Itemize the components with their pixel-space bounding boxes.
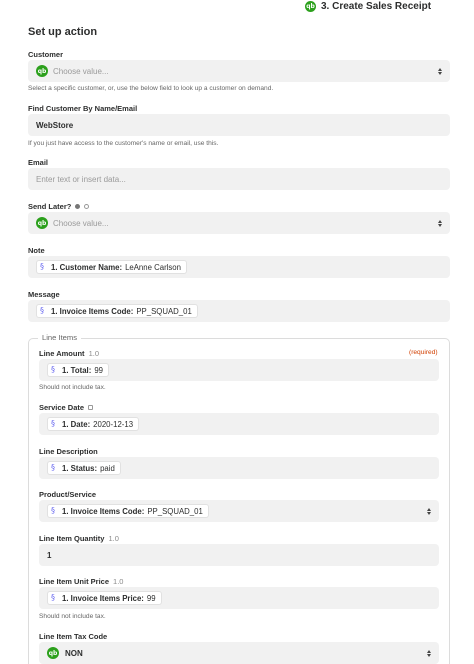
- send-later-select[interactable]: qb Choose value...: [28, 212, 450, 234]
- line-amount-label: Line Amount 1.0: [39, 349, 99, 358]
- service-date-field[interactable]: § 1. Date: 2020-12-13: [39, 413, 439, 435]
- tax-code-label: Line Item Tax Code: [39, 632, 108, 641]
- line-description-label: Line Description: [39, 447, 98, 456]
- message-label: Message: [28, 290, 60, 299]
- link-icon: §: [40, 262, 44, 271]
- quickbooks-icon: qb: [305, 1, 316, 12]
- link-icon: §: [40, 306, 44, 315]
- note-field[interactable]: § 1. Customer Name: LeAnne Carlson: [28, 256, 450, 278]
- product-service-label: Product/Service: [39, 490, 97, 499]
- quickbooks-icon: qb: [36, 65, 48, 77]
- radio-off-icon[interactable]: [84, 204, 90, 209]
- link-icon: §: [51, 506, 55, 515]
- note-data-pill[interactable]: § 1. Customer Name: LeAnne Carlson: [36, 260, 187, 274]
- message-field[interactable]: § 1. Invoice Items Code: PP_SQUAD_01: [28, 300, 450, 322]
- quantity-value: 1: [47, 550, 52, 560]
- tax-code-value: NON: [65, 648, 83, 658]
- link-icon: §: [51, 463, 55, 472]
- line-description-field[interactable]: § 1. Status: paid: [39, 457, 439, 479]
- select-arrows-icon: [437, 65, 443, 77]
- customer-label: Customer: [28, 50, 64, 59]
- line-description-pill[interactable]: § 1. Status: paid: [47, 461, 121, 475]
- send-later-placeholder: Choose value...: [53, 218, 109, 228]
- note-label: Note: [28, 246, 45, 255]
- service-date-label: Service Date: [39, 403, 94, 412]
- step-title[interactable]: qb 3. Create Sales Receipt: [305, 1, 431, 12]
- quickbooks-icon: qb: [47, 647, 59, 659]
- customer-placeholder: Choose value...: [53, 66, 109, 76]
- line-amount-help: Should not include tax.: [39, 384, 106, 391]
- section-title: Set up action: [28, 26, 98, 38]
- unit-price-label: Line Item Unit Price 1.0: [39, 577, 124, 586]
- line-item-quantity-label: Line Item Quantity 1.0: [39, 534, 119, 543]
- send-later-label: Send Later?: [28, 202, 90, 211]
- unit-price-field[interactable]: § 1. Invoice Items Price: 99: [39, 587, 439, 609]
- link-icon: §: [51, 365, 55, 374]
- find-customer-value: WebStore: [36, 120, 74, 130]
- line-amount-field[interactable]: § 1. Total: 99: [39, 359, 439, 381]
- customer-help: Select a specific customer, or, use the …: [28, 85, 274, 92]
- find-customer-help: If you just have access to the customer'…: [28, 140, 219, 147]
- line-items-title: Line Items: [38, 333, 82, 342]
- radio-on-icon[interactable]: [75, 204, 81, 209]
- link-icon: §: [51, 593, 55, 602]
- step-label: 3. Create Sales Receipt: [321, 1, 432, 12]
- step-header: qb 3. Create Sales Receipt: [0, 0, 474, 16]
- calendar-icon: [88, 405, 94, 410]
- service-date-pill[interactable]: § 1. Date: 2020-12-13: [47, 417, 140, 431]
- line-amount-pill[interactable]: § 1. Total: 99: [47, 363, 109, 377]
- select-arrows-icon: [437, 217, 443, 229]
- product-service-pill[interactable]: § 1. Invoice Items Code: PP_SQUAD_01: [47, 504, 209, 518]
- select-arrows-icon: [426, 505, 432, 517]
- required-badge: (required): [409, 349, 438, 356]
- email-label: Email: [28, 158, 49, 167]
- email-placeholder: Enter text or insert data...: [36, 174, 126, 184]
- line-item-quantity-field[interactable]: 1: [39, 544, 439, 566]
- find-customer-input[interactable]: WebStore: [28, 114, 450, 136]
- product-service-select[interactable]: § 1. Invoice Items Code: PP_SQUAD_01: [39, 500, 439, 522]
- tax-code-select[interactable]: qb NON: [39, 642, 439, 664]
- quickbooks-icon: qb: [36, 217, 48, 229]
- find-customer-label: Find Customer By Name/Email: [28, 104, 138, 113]
- select-arrows-icon: [426, 647, 432, 659]
- email-field[interactable]: Enter text or insert data...: [28, 168, 450, 190]
- unit-price-pill[interactable]: § 1. Invoice Items Price: 99: [47, 591, 162, 605]
- message-data-pill[interactable]: § 1. Invoice Items Code: PP_SQUAD_01: [36, 304, 198, 318]
- unit-price-help: Should not include tax.: [39, 613, 106, 620]
- link-icon: §: [51, 419, 55, 428]
- customer-select[interactable]: qb Choose value...: [28, 60, 450, 82]
